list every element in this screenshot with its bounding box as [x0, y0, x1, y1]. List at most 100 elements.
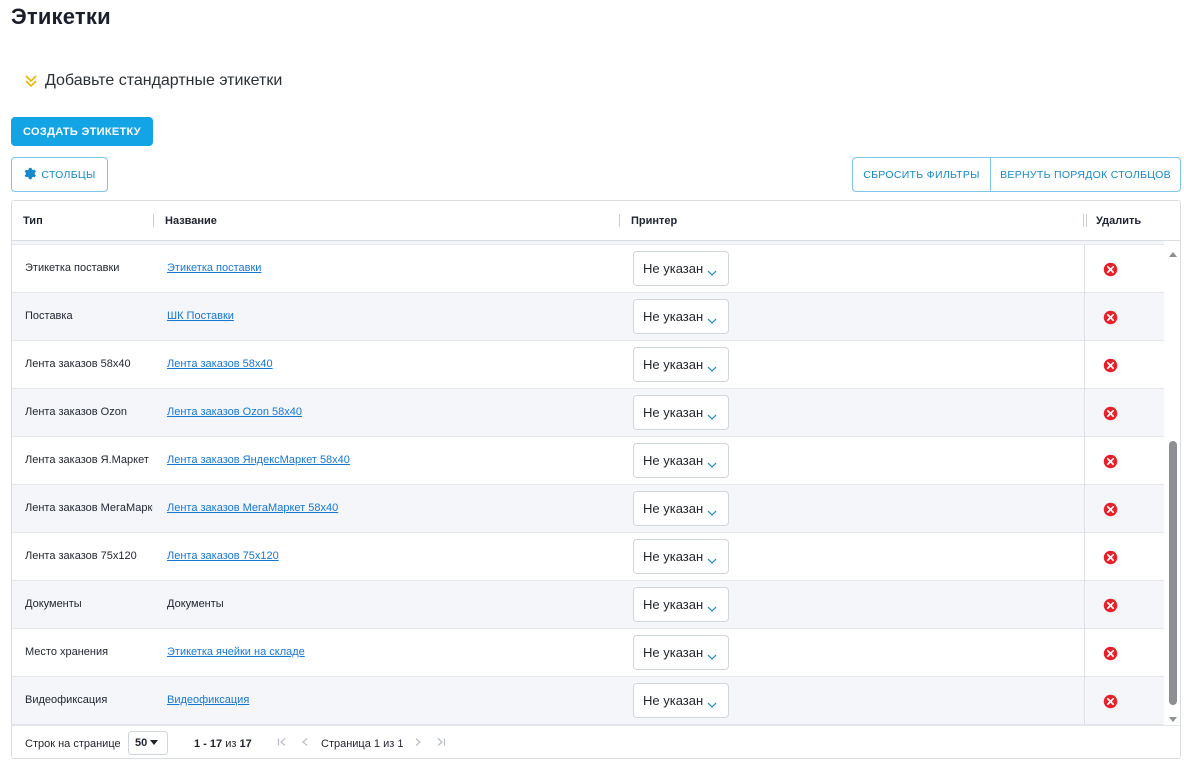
- first-page-icon[interactable]: [277, 737, 287, 747]
- printer-select[interactable]: Не указан: [633, 491, 729, 526]
- table-row: Лента заказов 58x40 Лента заказов 58x40 Не…: [12, 341, 1164, 389]
- delete-icon[interactable]: [1103, 502, 1118, 517]
- scroll-down-arrow-icon[interactable]: [1168, 711, 1178, 722]
- printer-select[interactable]: Не указан: [633, 443, 729, 478]
- printer-select[interactable]: Не указан: [633, 395, 729, 430]
- labels-table: Тип Название Принтер Удалить Этикетка по…: [11, 200, 1181, 759]
- cell-type: Лента заказов 75x120: [25, 550, 137, 562]
- cell-name-link[interactable]: Этикетка ячейки на складе: [167, 646, 305, 658]
- gear-icon: [23, 167, 37, 183]
- cell-type: Лента заказов МегаМаркет: [25, 502, 153, 514]
- column-header-type[interactable]: Тип: [23, 215, 43, 227]
- printer-select-value: Не указан: [643, 309, 704, 324]
- cell-type: Лента заказов Я.Маркет: [25, 454, 149, 466]
- delete-icon[interactable]: [1103, 694, 1118, 709]
- cell-type: Документы: [25, 598, 82, 610]
- chevron-down-icon: [707, 697, 717, 708]
- column-header-delete[interactable]: Удалить: [1096, 215, 1141, 227]
- cell-type: Место хранения: [25, 646, 109, 658]
- column-resize-handle[interactable]: [153, 214, 154, 227]
- cell-name-link[interactable]: Видеофиксация: [167, 694, 249, 706]
- printer-select[interactable]: Не указан: [633, 299, 729, 334]
- delete-icon[interactable]: [1103, 550, 1118, 565]
- range-total: 17: [239, 738, 252, 750]
- last-page-icon[interactable]: [436, 737, 446, 747]
- table-header: Тип Название Принтер Удалить: [12, 201, 1180, 241]
- scroll-up-arrow-icon[interactable]: [1168, 245, 1178, 257]
- reset-filters-button[interactable]: СБРОСИТЬ ФИЛЬТРЫ: [852, 157, 991, 192]
- printer-select-value: Не указан: [643, 261, 704, 276]
- next-page-icon[interactable]: [413, 737, 423, 747]
- cell-name-link[interactable]: Лента заказов ЯндексМаркет 58x40: [167, 454, 350, 466]
- double-chevron-down-icon: [24, 73, 38, 89]
- columns-button-label: СТОЛБЦЫ: [41, 168, 96, 181]
- standard-labels-toggle[interactable]: Добавьте стандартные этикетки: [24, 72, 282, 90]
- printer-select-value: Не указан: [643, 597, 704, 612]
- table-row: Место хранения Этикетка ячейки на складе Н…: [12, 629, 1164, 677]
- cell-name-link[interactable]: ШК Поставки: [167, 310, 234, 322]
- page-title: Этикетки: [11, 4, 111, 29]
- cell-type: Лента заказов 58x40: [25, 358, 131, 370]
- delete-icon[interactable]: [1103, 598, 1118, 613]
- cell-name-link[interactable]: Этикетка поставки: [167, 262, 261, 274]
- page-indicator: Страница 1 из 1: [321, 738, 404, 750]
- column-resize-handle[interactable]: [619, 214, 620, 227]
- printer-select[interactable]: Не указан: [633, 251, 729, 286]
- previous-page-icon[interactable]: [300, 737, 310, 747]
- chevron-down-icon: [707, 505, 717, 516]
- printer-select[interactable]: Не указан: [633, 635, 729, 670]
- printer-select-value: Не указан: [643, 453, 704, 468]
- rows-per-page-label: Строк на странице: [25, 738, 121, 750]
- cell-name-link[interactable]: Лента заказов Ozon 58x40: [167, 406, 302, 418]
- range-of: из: [225, 738, 237, 750]
- table-row: Видеофиксация Видеофиксация Не указан: [12, 677, 1164, 725]
- scrollbar-thumb[interactable]: [1169, 441, 1177, 705]
- restore-column-order-button[interactable]: ВЕРНУТЬ ПОРЯДОК СТОЛБЦОВ: [990, 157, 1181, 192]
- column-header-printer[interactable]: Принтер: [631, 215, 677, 227]
- chevron-down-icon: [707, 553, 717, 564]
- table-row: Лента заказов МегаМаркет Лента заказов Ме…: [12, 485, 1164, 533]
- chevron-down-icon: [707, 361, 717, 372]
- printer-select-value: Не указан: [643, 405, 704, 420]
- column-resize-handle[interactable]: [1086, 214, 1087, 227]
- printer-select-value: Не указан: [643, 357, 704, 372]
- table-row: Документы Документы Не указан: [12, 581, 1164, 629]
- table-row: Лента заказов 75x120 Лента заказов 75x120…: [12, 533, 1164, 581]
- cell-name-link[interactable]: Лента заказов 75x120: [167, 550, 279, 562]
- printer-select-value: Не указан: [643, 549, 704, 564]
- printer-select-value: Не указан: [643, 693, 704, 708]
- chevron-down-icon: [707, 265, 717, 276]
- table-row: Поставка ШК Поставки Не указан: [12, 293, 1164, 341]
- chevron-down-icon: [707, 649, 717, 660]
- delete-icon[interactable]: [1103, 646, 1118, 661]
- cell-name-link[interactable]: Лента заказов МегаМаркет 58x40: [167, 502, 338, 514]
- vertical-scrollbar[interactable]: [1166, 241, 1180, 725]
- delete-icon[interactable]: [1103, 358, 1118, 373]
- column-header-name[interactable]: Название: [165, 215, 217, 227]
- delete-icon[interactable]: [1103, 406, 1118, 421]
- printer-select-value: Не указан: [643, 645, 704, 660]
- delete-icon[interactable]: [1103, 310, 1118, 325]
- delete-icon[interactable]: [1103, 262, 1118, 277]
- table-row: Лента заказов Я.Маркет Лента заказов Янде…: [12, 437, 1164, 485]
- columns-button[interactable]: СТОЛБЦЫ: [11, 157, 108, 192]
- printer-select[interactable]: Не указан: [633, 683, 729, 718]
- cell-type: Поставка: [25, 310, 73, 322]
- pagination-range: 1 - 17 из 17: [194, 738, 252, 750]
- create-label-button[interactable]: СОЗДАТЬ ЭТИКЕТКУ: [11, 117, 153, 146]
- delete-column-divider: [1084, 245, 1085, 725]
- printer-select[interactable]: Не указан: [633, 539, 729, 574]
- printer-select[interactable]: Не указан: [633, 347, 729, 382]
- cell-type: Этикетка поставки: [25, 262, 120, 274]
- delete-icon[interactable]: [1103, 454, 1118, 469]
- printer-select-value: Не указан: [643, 501, 704, 516]
- cell-name-link[interactable]: Лента заказов 58x40: [167, 358, 273, 370]
- cell-name: Документы: [167, 598, 224, 610]
- rows-per-page-select[interactable]: 50: [128, 731, 168, 755]
- chevron-down-icon: [707, 409, 717, 420]
- printer-select[interactable]: Не указан: [633, 587, 729, 622]
- cell-type: Видеофиксация: [25, 694, 108, 706]
- table-row: Лента заказов Ozon Лента заказов Ozon 58x…: [12, 389, 1164, 437]
- standard-labels-text: Добавьте стандартные этикетки: [45, 72, 283, 89]
- column-resize-handle[interactable]: [1083, 214, 1084, 227]
